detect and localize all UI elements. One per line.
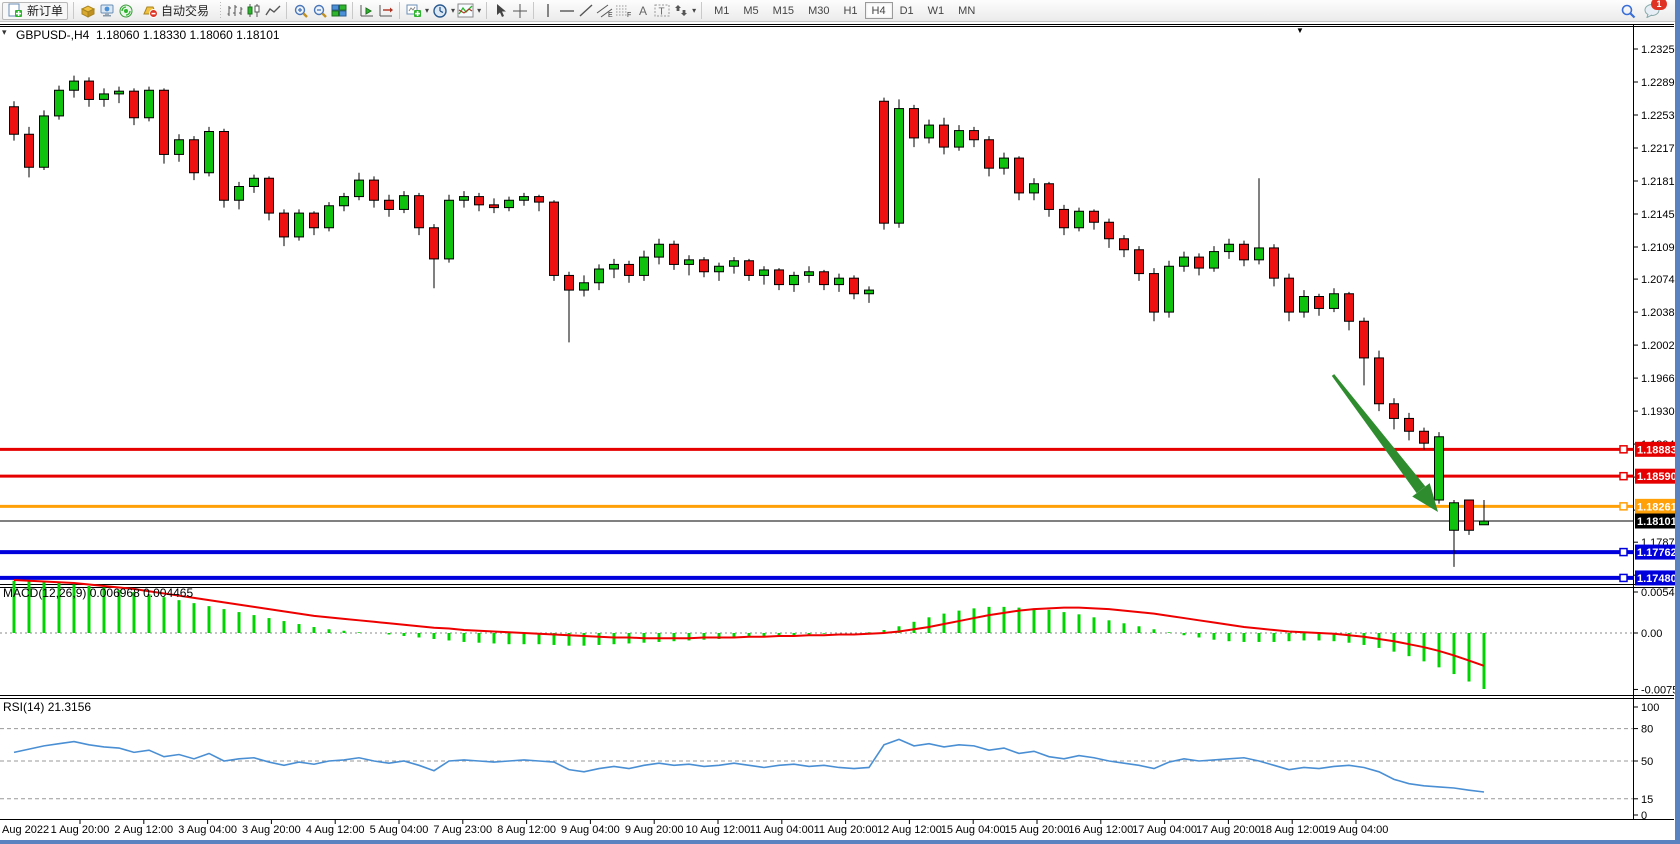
svg-text:17 Aug 04:00: 17 Aug 04:00 [1132, 824, 1197, 836]
macd-pane [0, 580, 1633, 689]
price-badges: 1.18883 1.18590 1.18261 1.18101 1.17762 1.174… [1635, 442, 1679, 586]
time-axis: Aug 20221 Aug 20:00 2 Aug 12:00 3 Aug 04:0… [2, 820, 1388, 836]
svg-text:5 Aug 04:00: 5 Aug 04:00 [370, 824, 429, 836]
rsi-indicator-label: RSI(14) 21.3156 [3, 700, 91, 714]
macd-indicator-label: MACD(12,26,9) 0.006968 0.004465 [3, 586, 193, 600]
svg-text:0.00: 0.00 [1641, 628, 1662, 640]
svg-text:2 Aug 12:00: 2 Aug 12:00 [114, 824, 173, 836]
chart-ohlc-values: 1.18060 1.18330 1.18060 1.18101 [96, 28, 280, 42]
svg-text:12 Aug 12:00: 12 Aug 12:00 [877, 824, 942, 836]
pane-frames [0, 25, 1674, 821]
svg-text:17 Aug 20:00: 17 Aug 20:00 [1196, 824, 1261, 836]
svg-text:3 Aug 04:00: 3 Aug 04:00 [178, 824, 237, 836]
svg-text:9 Aug 20:00: 9 Aug 20:00 [625, 824, 684, 836]
svg-text:Aug 2022: Aug 2022 [2, 824, 49, 836]
candles [10, 76, 1489, 567]
chart-title: GBPUSD-,H4 1.18060 1.18330 1.18060 1.181… [16, 28, 280, 42]
svg-text:15 Aug 04:00: 15 Aug 04:00 [941, 824, 1006, 836]
svg-text:1.18101: 1.18101 [1637, 516, 1677, 528]
svg-text:1.17480: 1.17480 [1637, 573, 1677, 585]
level-lines [0, 446, 1633, 582]
svg-text:1.18261: 1.18261 [1637, 501, 1677, 513]
svg-text:1.18590: 1.18590 [1637, 471, 1677, 483]
rsi-value: 21.3156 [48, 700, 91, 714]
svg-text:16 Aug 12:00: 16 Aug 12:00 [1068, 824, 1133, 836]
svg-text:1.18883: 1.18883 [1637, 444, 1677, 456]
rsi-name: RSI(14) [3, 700, 44, 714]
svg-text:1.17762: 1.17762 [1637, 547, 1677, 559]
svg-text:7 Aug 23:00: 7 Aug 23:00 [433, 824, 492, 836]
rsi-axis: 100 80 50 15 0 [1633, 702, 1659, 822]
svg-text:11 Aug 20:00: 11 Aug 20:00 [814, 824, 878, 836]
svg-text:100: 100 [1641, 702, 1659, 714]
chart-shift-marker[interactable]: ▼ [1296, 26, 1304, 35]
svg-text:18 Aug 12:00: 18 Aug 12:00 [1260, 824, 1325, 836]
macd-axis: 0.0054930.00-0.007562 [1633, 587, 1680, 696]
window-edge-right [1675, 0, 1680, 844]
chart-symbol-period: GBPUSD-,H4 [16, 28, 89, 42]
macd-values: 0.006968 0.004465 [90, 586, 193, 600]
macd-name: MACD(12,26,9) [3, 586, 86, 600]
svg-text:8 Aug 12:00: 8 Aug 12:00 [497, 824, 556, 836]
svg-text:10 Aug 12:00: 10 Aug 12:00 [686, 824, 751, 836]
svg-text:15 Aug 20:00: 15 Aug 20:00 [1005, 824, 1070, 836]
svg-text:19 Aug 04:00: 19 Aug 04:00 [1324, 824, 1389, 836]
window-edge-bottom [0, 840, 1680, 844]
chart-menu-caret[interactable]: ▾ [2, 27, 7, 38]
svg-text:4 Aug 12:00: 4 Aug 12:00 [306, 824, 365, 836]
svg-text:80: 80 [1641, 724, 1653, 736]
svg-text:0: 0 [1641, 810, 1647, 822]
svg-text:9 Aug 04:00: 9 Aug 04:00 [561, 824, 620, 836]
chart-canvas[interactable]: 1.232501.228901.225301.221701.218101.214… [0, 0, 1680, 844]
svg-text:50: 50 [1641, 756, 1653, 768]
rsi-pane [0, 729, 1633, 799]
svg-text:15: 15 [1641, 794, 1653, 806]
svg-text:3 Aug 20:00: 3 Aug 20:00 [242, 824, 301, 836]
svg-text:11 Aug 04:00: 11 Aug 04:00 [750, 824, 814, 836]
svg-text:1 Aug 20:00: 1 Aug 20:00 [51, 824, 110, 836]
